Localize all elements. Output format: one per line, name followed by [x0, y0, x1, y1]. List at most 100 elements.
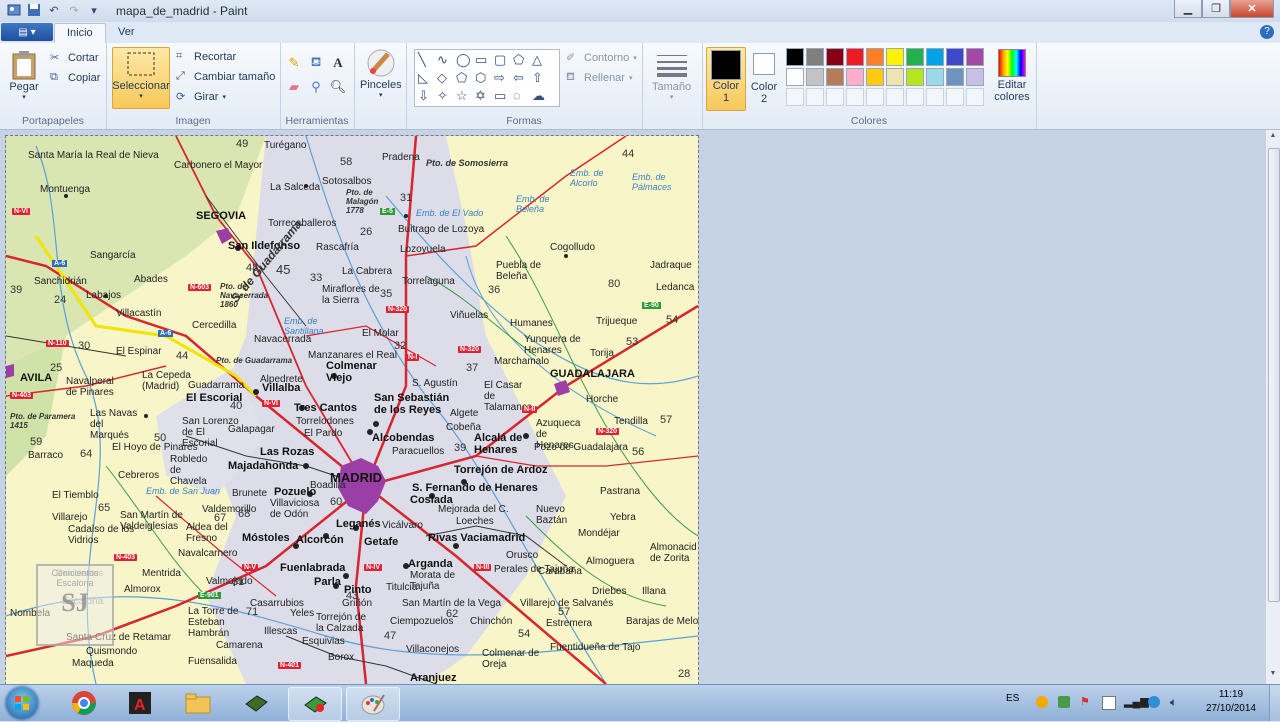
palette-swatch[interactable] — [826, 68, 844, 86]
oval-shape-icon[interactable]: ◯ — [456, 52, 475, 70]
palette-swatch[interactable] — [826, 48, 844, 66]
customize-qat-icon[interactable]: ▾ — [86, 2, 102, 18]
hexagon-shape-icon[interactable]: ⬡ — [475, 70, 494, 88]
polygon-shape-icon[interactable]: ⬠ — [513, 52, 532, 70]
right-arrow-shape-icon[interactable]: ⇨ — [494, 70, 513, 88]
rectangle-shape-icon[interactable]: ▭ — [475, 52, 494, 70]
palette-swatch[interactable] — [806, 68, 824, 86]
flag-icon[interactable]: ⚑ — [1080, 696, 1092, 708]
rounded-rect-shape-icon[interactable]: ▢ — [494, 52, 513, 70]
custom-color-slot[interactable] — [966, 88, 984, 106]
custom-color-slot[interactable] — [886, 88, 904, 106]
paint-app-icon[interactable] — [6, 2, 22, 18]
palette-swatch[interactable] — [886, 48, 904, 66]
brushes-button[interactable]: Pinceles ▾ — [360, 47, 402, 99]
color2-button[interactable]: Color 2 — [748, 49, 780, 105]
palette-swatch[interactable] — [806, 48, 824, 66]
diamond-shape-icon[interactable]: ◇ — [437, 70, 456, 88]
custom-color-slot[interactable] — [866, 88, 884, 106]
rotate-button[interactable]: ⟳ Girar ▾ — [176, 90, 226, 104]
custom-color-slot[interactable] — [826, 88, 844, 106]
oval-callout-shape-icon[interactable]: ◌ — [513, 88, 532, 106]
taskbar-chrome[interactable] — [58, 687, 110, 719]
size-button[interactable]: Tamaño ▾ — [652, 49, 691, 101]
custom-color-slot[interactable] — [906, 88, 924, 106]
tray-app-icon[interactable] — [1058, 696, 1070, 708]
tab-inicio[interactable]: Inicio — [54, 23, 106, 44]
show-desktop-button[interactable] — [1269, 685, 1280, 721]
crop-button[interactable]: ⌗ Recortar — [176, 50, 236, 64]
color1-button[interactable]: Color 1 — [706, 47, 746, 111]
palette-swatch[interactable] — [846, 48, 864, 66]
palette-swatch[interactable] — [946, 68, 964, 86]
custom-color-slot[interactable] — [946, 88, 964, 106]
maximize-button[interactable]: ❐ — [1202, 0, 1230, 18]
custom-color-slot[interactable] — [786, 88, 804, 106]
six-point-star-shape-icon[interactable]: ✡ — [475, 88, 494, 106]
redo-icon[interactable]: ↷ — [66, 2, 82, 18]
cloud-callout-shape-icon[interactable]: ☁ — [532, 88, 551, 106]
fill-bucket-icon[interactable]: ⛾ — [306, 53, 326, 73]
volume-icon[interactable]: 🔈︎ — [1170, 696, 1182, 708]
help-icon[interactable]: ? — [1260, 25, 1274, 39]
tray-window-icon[interactable] — [1102, 696, 1116, 710]
taskbar-camtasia[interactable] — [288, 687, 342, 721]
scroll-up-icon[interactable]: ▲ — [1268, 132, 1278, 144]
four-point-star-shape-icon[interactable]: ✧ — [437, 88, 456, 106]
custom-color-slot[interactable] — [806, 88, 824, 106]
copy-button[interactable]: ⧉ Copiar — [50, 71, 100, 85]
select-button[interactable]: Seleccionar ▾ — [112, 47, 170, 109]
palette-swatch[interactable] — [866, 68, 884, 86]
curve-shape-icon[interactable]: ∿ — [437, 52, 456, 70]
left-arrow-shape-icon[interactable]: ⇦ — [513, 70, 532, 88]
palette-swatch[interactable] — [906, 68, 924, 86]
resize-button[interactable]: ⤢ Cambiar tamaño — [176, 70, 275, 84]
eraser-icon[interactable]: ▰ — [284, 77, 304, 97]
save-icon[interactable] — [26, 2, 42, 18]
taskbar-app-book[interactable] — [230, 687, 282, 719]
scrollbar-thumb[interactable] — [1268, 148, 1280, 602]
taskbar-explorer[interactable] — [172, 687, 224, 719]
palette-swatch[interactable] — [886, 68, 904, 86]
line-shape-icon[interactable]: ╲ — [418, 52, 437, 70]
edit-colors-button[interactable]: Editar colores — [990, 47, 1034, 103]
pentagon-shape-icon[interactable]: ⬠ — [456, 70, 475, 88]
fill-button[interactable]: ⛾ Rellenar ▾ — [566, 71, 632, 85]
signal-icon[interactable]: ▂▄▆ — [1124, 696, 1149, 708]
outline-button[interactable]: ✐ Contorno ▾ — [566, 51, 637, 65]
palette-swatch[interactable] — [786, 48, 804, 66]
down-arrow-shape-icon[interactable]: ⇩ — [418, 88, 437, 106]
palette-swatch[interactable] — [846, 68, 864, 86]
palette-swatch[interactable] — [946, 48, 964, 66]
minimize-button[interactable]: ▁ — [1174, 0, 1202, 18]
palette-swatch[interactable] — [906, 48, 924, 66]
text-tool-icon[interactable]: A — [328, 53, 348, 73]
palette-swatch[interactable] — [966, 48, 984, 66]
tray-notification-icon[interactable] — [1036, 696, 1048, 708]
taskbar-acrobat[interactable]: A — [114, 687, 166, 719]
triangle-shape-icon[interactable]: △ — [532, 52, 551, 70]
right-triangle-shape-icon[interactable]: ◺ — [418, 70, 437, 88]
cut-button[interactable]: ✂ Cortar — [50, 51, 99, 65]
paste-button[interactable]: Pegar ▾ — [8, 49, 40, 101]
file-menu-button[interactable]: ▤ ▾ — [1, 23, 53, 41]
palette-swatch[interactable] — [926, 68, 944, 86]
color-picker-icon[interactable]: ⚲ — [306, 77, 326, 97]
palette-swatch[interactable] — [966, 68, 984, 86]
pencil-icon[interactable]: ✎ — [284, 53, 304, 73]
up-arrow-shape-icon[interactable]: ⇧ — [532, 70, 551, 88]
five-point-star-shape-icon[interactable]: ☆ — [456, 88, 475, 106]
language-indicator[interactable]: ES — [1006, 693, 1019, 704]
palette-swatch[interactable] — [866, 48, 884, 66]
rounded-callout-shape-icon[interactable]: ▭ — [494, 88, 513, 106]
custom-color-slot[interactable] — [926, 88, 944, 106]
custom-color-slot[interactable] — [846, 88, 864, 106]
taskbar-paint[interactable] — [346, 687, 400, 721]
start-button[interactable] — [6, 687, 38, 719]
palette-swatch[interactable] — [786, 68, 804, 86]
undo-icon[interactable]: ↶ — [46, 2, 62, 18]
palette-swatch[interactable] — [926, 48, 944, 66]
scroll-down-icon[interactable]: ▼ — [1268, 670, 1278, 682]
system-clock[interactable]: 11:19 27/10/2014 — [1206, 688, 1256, 716]
magnifier-icon[interactable]: 🔍︎ — [328, 77, 348, 97]
